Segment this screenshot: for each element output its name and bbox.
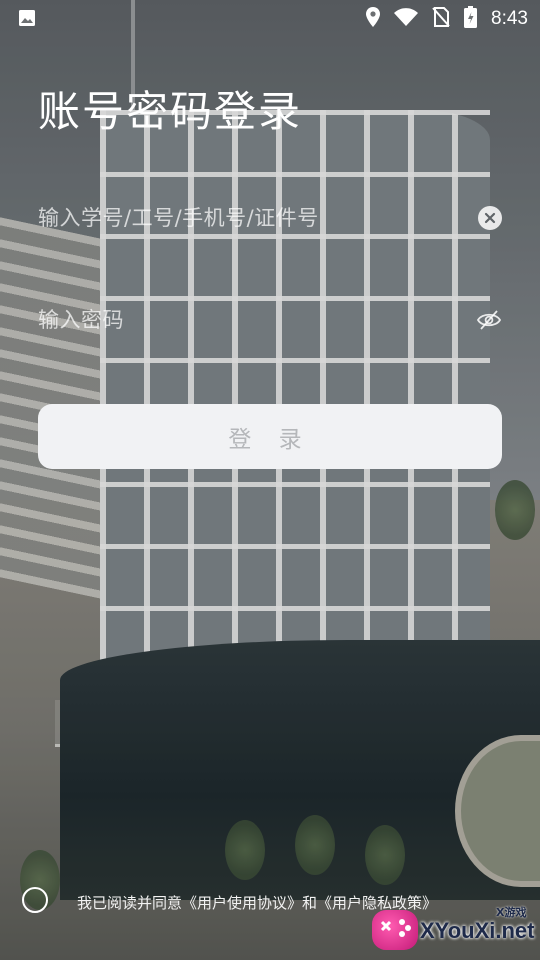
agreement-checkbox[interactable] [22,887,48,913]
radio-circle-icon[interactable] [22,887,48,913]
account-input[interactable] [38,188,458,248]
password-field [38,290,502,350]
no-sim-icon [432,7,450,31]
watermark-brand: XYouXi.net [420,918,535,943]
wifi-icon [394,8,419,30]
page-title: 账号密码登录 [38,87,303,136]
gamepad-icon [372,910,418,950]
status-time: 8:43 [491,8,528,29]
battery-icon [464,6,478,32]
password-input[interactable] [38,290,458,350]
login-button[interactable]: 登 录 [38,404,502,469]
status-bar: 8:43 [0,0,540,36]
background-photo [0,0,540,960]
eye-off-icon[interactable] [476,307,502,333]
account-field [38,188,502,248]
clear-icon[interactable] [478,206,502,230]
location-icon [366,7,381,31]
image-icon [18,9,36,31]
watermark-logo: X游戏 XYouXi.net [372,904,540,960]
